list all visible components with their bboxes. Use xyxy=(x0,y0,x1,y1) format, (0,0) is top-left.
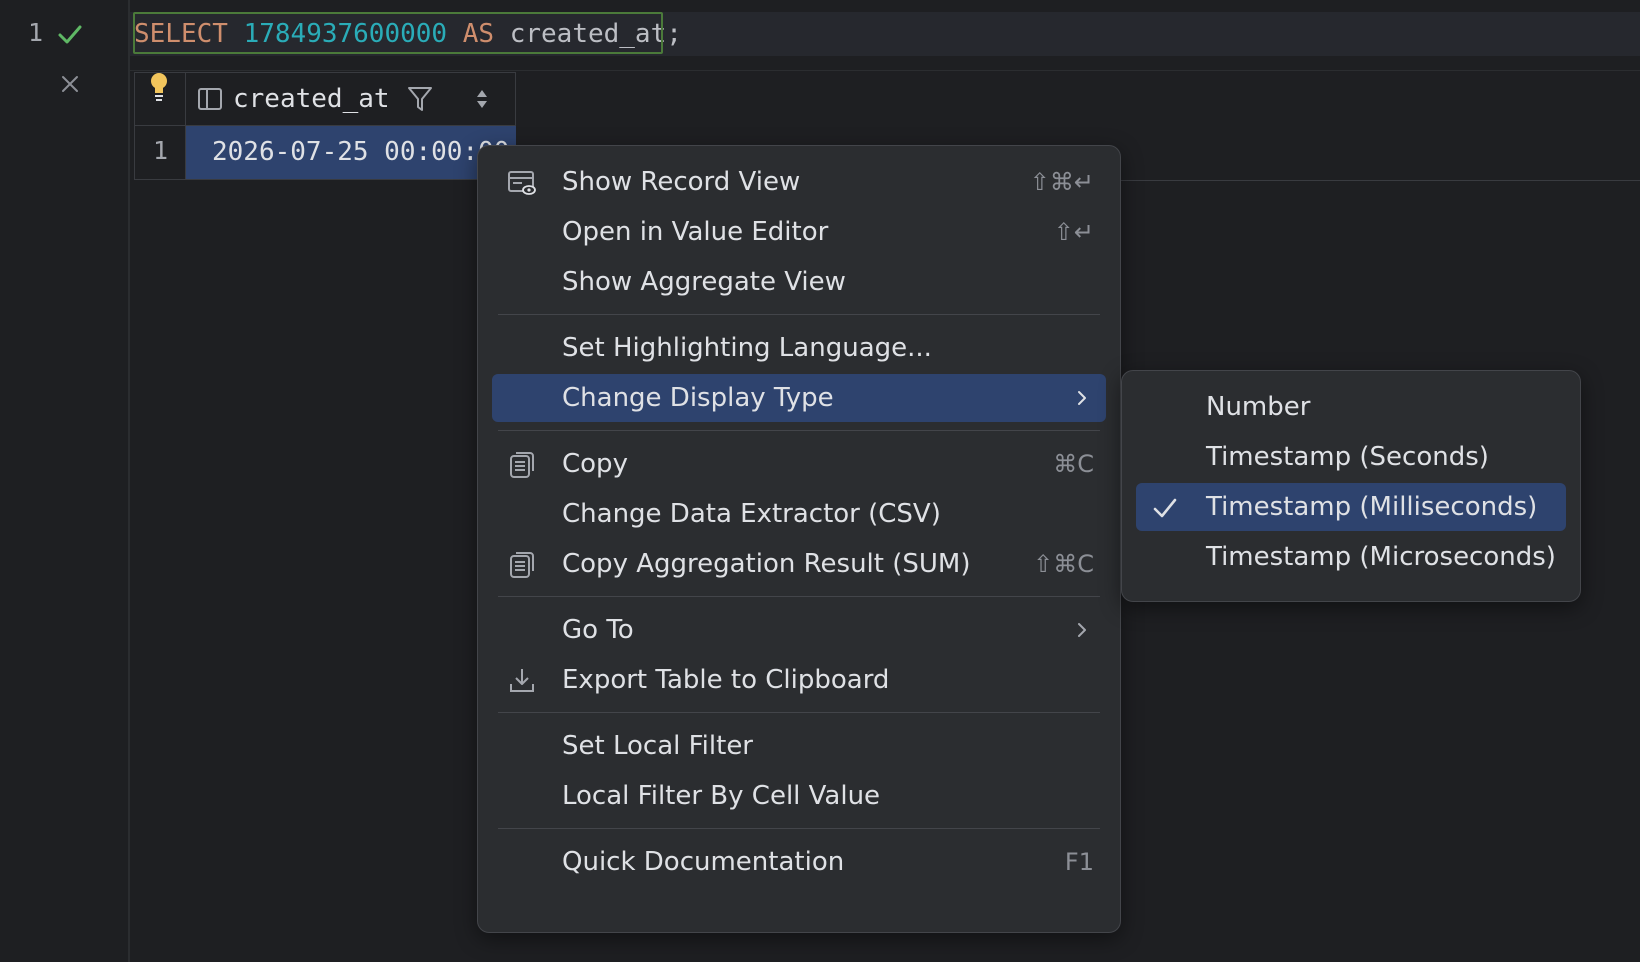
menu-item-label: Set Local Filter xyxy=(562,731,754,761)
menu-item-export-table[interactable]: Export Table to Clipboard xyxy=(492,656,1106,704)
copy-icon xyxy=(510,552,534,578)
chevron-right-icon xyxy=(1078,623,1086,637)
menu-item-shortcut: ⌘C xyxy=(1053,450,1094,478)
submenu-item-label: Timestamp (Seconds) xyxy=(1206,442,1489,472)
menu-item-label: Local Filter By Cell Value xyxy=(562,781,881,811)
menu-separator xyxy=(498,430,1100,431)
table-cell-selected[interactable]: 2026-07-25 00:00:00 xyxy=(186,126,516,179)
column-icon xyxy=(198,88,222,110)
line-number: 1 xyxy=(28,18,44,47)
display-type-submenu: Number Timestamp (Seconds) Timestamp (Mi… xyxy=(1121,370,1581,602)
menu-item-show-record-view[interactable]: Show Record View ⇧⌘↵ xyxy=(492,158,1106,206)
menu-item-label: Export Table to Clipboard xyxy=(562,665,890,695)
submenu-item-label: Number xyxy=(1206,392,1311,422)
column-header-label[interactable]: created_at xyxy=(233,79,390,119)
menu-item-label: Show Record View xyxy=(562,167,801,197)
menu-item-label: Set Highlighting Language... xyxy=(562,333,932,363)
menu-separator xyxy=(498,828,1100,829)
menu-item-show-aggregate-view[interactable]: Show Aggregate View xyxy=(492,258,1106,306)
menu-item-shortcut: ⇧⌘C xyxy=(1033,550,1094,578)
menu-item-copy[interactable]: Copy ⌘C xyxy=(492,440,1106,488)
statement-outline xyxy=(133,12,663,54)
submenu-item-timestamp-microseconds[interactable]: Timestamp (Microseconds) xyxy=(1136,533,1566,581)
filter-icon[interactable] xyxy=(407,85,433,113)
menu-separator xyxy=(498,596,1100,597)
record-view-icon xyxy=(508,171,536,195)
submenu-item-label: Timestamp (Microseconds) xyxy=(1206,542,1556,572)
menu-item-shortcut: ⇧⌘↵ xyxy=(1029,168,1094,196)
menu-item-change-display-type[interactable]: Change Display Type xyxy=(492,374,1106,422)
menu-item-label: Copy xyxy=(562,449,628,479)
editor-gutter: 1 xyxy=(0,0,130,962)
menu-item-local-filter-by-cell[interactable]: Local Filter By Cell Value xyxy=(492,772,1106,820)
menu-item-change-data-extractor[interactable]: Change Data Extractor (CSV) xyxy=(492,490,1106,538)
copy-icon xyxy=(510,452,534,478)
semicolon: ; xyxy=(666,19,682,49)
submenu-item-label: Timestamp (Milliseconds) xyxy=(1206,492,1538,522)
close-results-icon[interactable] xyxy=(58,72,82,96)
menu-item-shortcut: F1 xyxy=(1064,848,1094,876)
divider xyxy=(130,70,1640,71)
chevron-right-icon xyxy=(1078,391,1086,405)
download-icon xyxy=(510,669,534,692)
menu-item-label: Open in Value Editor xyxy=(562,217,829,247)
row-number: 1 xyxy=(153,136,169,165)
menu-item-set-local-filter[interactable]: Set Local Filter xyxy=(492,722,1106,770)
context-menu: Show Record View ⇧⌘↵ Open in Value Edito… xyxy=(477,145,1121,933)
menu-item-label: Copy Aggregation Result (SUM) xyxy=(562,549,971,579)
sort-icon[interactable] xyxy=(473,87,491,111)
menu-item-label: Show Aggregate View xyxy=(562,267,846,297)
menu-separator xyxy=(498,712,1100,713)
checkmark-icon xyxy=(1153,498,1177,518)
cell-value: 2026-07-25 00:00:00 xyxy=(212,137,510,167)
menu-item-label: Change Data Extractor (CSV) xyxy=(562,499,941,529)
menu-item-open-value-editor[interactable]: Open in Value Editor ⇧↵ xyxy=(492,208,1106,256)
menu-item-shortcut: ⇧↵ xyxy=(1053,218,1094,246)
menu-item-copy-aggregation-result[interactable]: Copy Aggregation Result (SUM) ⇧⌘C xyxy=(492,540,1106,588)
menu-item-go-to[interactable]: Go To xyxy=(492,606,1106,654)
menu-separator xyxy=(498,314,1100,315)
submenu-item-timestamp-milliseconds[interactable]: Timestamp (Milliseconds) xyxy=(1136,483,1566,531)
menu-item-quick-documentation[interactable]: Quick Documentation F1 xyxy=(492,838,1106,886)
menu-item-label: Change Display Type xyxy=(562,383,834,413)
success-check-icon xyxy=(58,25,82,44)
submenu-item-timestamp-seconds[interactable]: Timestamp (Seconds) xyxy=(1136,433,1566,481)
result-grid[interactable]: created_at 1 2026-07-25 00:00:00 xyxy=(134,72,516,180)
menu-item-label: Go To xyxy=(562,615,634,645)
submenu-item-number[interactable]: Number xyxy=(1136,383,1566,431)
menu-item-label: Quick Documentation xyxy=(562,847,845,877)
lightbulb-icon[interactable] xyxy=(147,71,171,105)
menu-item-set-highlighting-language[interactable]: Set Highlighting Language... xyxy=(492,324,1106,372)
